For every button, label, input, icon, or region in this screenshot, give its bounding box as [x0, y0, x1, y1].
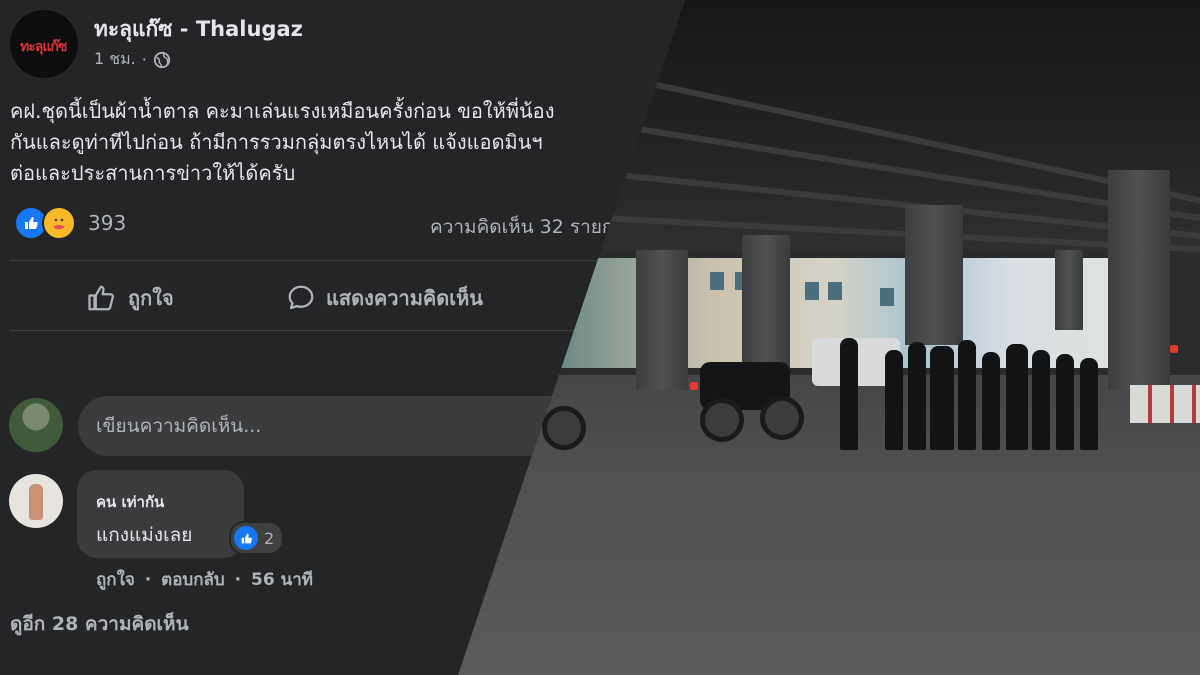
officer — [1006, 344, 1028, 450]
motorcycle-wheel — [542, 406, 586, 450]
officer — [958, 340, 976, 450]
care-reaction-icon — [42, 206, 76, 240]
divider — [10, 330, 640, 331]
building-window — [710, 272, 724, 290]
comment-dot: · — [144, 570, 152, 590]
comment-count[interactable]: ความคิดเห็น 32 รายการ — [430, 212, 634, 242]
building-window — [805, 282, 819, 300]
overpass-pillar — [905, 205, 963, 345]
comment-button[interactable]: แสดงความคิดเห็น — [286, 282, 483, 314]
comment-reply-button[interactable]: ตอบกลับ — [161, 570, 225, 590]
commenter-avatar[interactable] — [9, 474, 63, 528]
officer — [1080, 358, 1098, 450]
like-reaction-icon — [234, 526, 258, 550]
divider — [10, 260, 640, 261]
hand-icon — [29, 484, 43, 520]
comment-reaction-count: 2 — [264, 528, 275, 548]
comment-actions: ถูกใจ · ตอบกลับ · 56 นาที — [96, 566, 317, 593]
comment-time[interactable]: 56 นาที — [251, 570, 313, 590]
tail-light — [690, 382, 698, 390]
comment-dot: · — [234, 570, 242, 590]
motorcycle-wheel — [760, 396, 804, 440]
page-logo: ทะลุแก๊ซ — [20, 39, 67, 55]
globe-icon — [153, 51, 170, 68]
overpass-pillar — [1055, 250, 1083, 330]
overpass-pillar — [636, 250, 688, 390]
post-time[interactable]: 1 ชม. — [94, 47, 136, 72]
page-avatar[interactable]: ทะลุแก๊ซ — [10, 10, 78, 78]
page-name[interactable]: ทะลุแก๊ซ - Thalugaz — [94, 13, 303, 46]
reaction-count: 393 — [88, 211, 127, 235]
post-meta: 1 ชม. · — [94, 47, 171, 72]
building-window — [828, 282, 842, 300]
comment-text: แกงแม่งเลย — [96, 524, 193, 546]
overpass-pillar — [742, 235, 790, 370]
comment-label: แสดงความคิดเห็น — [326, 286, 483, 310]
like-label: ถูกใจ — [128, 286, 174, 310]
officer — [840, 338, 858, 450]
building-window — [880, 288, 894, 306]
officer — [908, 342, 926, 450]
thumbs-up-icon — [88, 285, 114, 311]
comment-like-button[interactable]: ถูกใจ — [96, 570, 135, 590]
officer — [1056, 354, 1074, 450]
officer — [982, 352, 1000, 450]
comment-author[interactable]: คน เท่ากัน — [96, 490, 164, 514]
officer — [1032, 350, 1050, 450]
tail-light — [1170, 345, 1178, 353]
view-more-comments[interactable]: ดูอีก 28 ความคิดเห็น — [10, 609, 189, 639]
like-button[interactable]: ถูกใจ — [86, 282, 174, 314]
meta-separator: · — [141, 50, 147, 69]
motorcycle-wheel — [700, 398, 744, 442]
officer — [885, 350, 903, 450]
user-avatar[interactable] — [9, 398, 63, 452]
comment-reactions[interactable]: 2 — [229, 521, 285, 555]
road-barrier — [1130, 385, 1200, 423]
officer — [930, 346, 954, 450]
reaction-summary[interactable]: 393 — [14, 206, 126, 240]
comment-icon — [288, 285, 314, 310]
police-crowd — [830, 335, 1130, 450]
